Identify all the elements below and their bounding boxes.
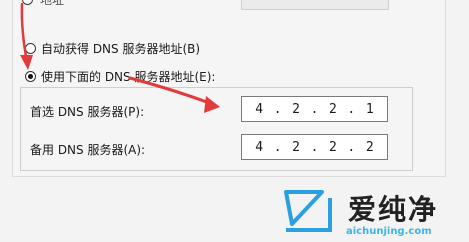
- alternate-dns-input[interactable]: 4 . 2 . 2 . 2: [241, 134, 388, 160]
- auto-dns-radio[interactable]: [25, 43, 36, 54]
- gateway-field[interactable]: [241, 0, 389, 10]
- ip-octet: 2: [328, 139, 337, 155]
- radio-selected-dot: [28, 74, 33, 79]
- ip-octet: 2: [292, 101, 300, 117]
- ip-octet: 1: [365, 101, 374, 117]
- ip-separator: .: [310, 139, 319, 155]
- ip-octet: 2: [292, 139, 300, 155]
- ip-octet: 4: [255, 139, 264, 155]
- watermark: 爱纯净 aichunjing.com: [278, 184, 468, 242]
- ip-octet: 2: [328, 101, 337, 117]
- alternate-dns-label: 备用 DNS 服务器(A):: [30, 143, 146, 157]
- preferred-dns-input[interactable]: 4 . 2 . 2 . 1: [241, 96, 388, 122]
- ip-octet: 4: [255, 101, 264, 117]
- ip-separator: .: [347, 139, 356, 155]
- ip-separator: .: [273, 101, 282, 117]
- brand-logo-icon: [284, 190, 332, 232]
- ip-separator: .: [310, 101, 319, 117]
- preferred-dns-label: 首选 DNS 服务器(P):: [30, 105, 145, 119]
- auto-dns-label: 自动获得 DNS 服务器地址(B): [41, 42, 201, 56]
- watermark-url: aichunjing.com: [346, 226, 432, 237]
- manual-dns-label: 使用下面的 DNS 服务器地址(E):: [41, 70, 216, 84]
- option-label-fragment: 地址: [40, 0, 65, 7]
- radio-button[interactable]: [22, 0, 33, 5]
- obtain-ip-automatically-option[interactable]: 地址: [22, 0, 72, 10]
- ip-separator: .: [347, 101, 356, 117]
- ip-separator: .: [273, 139, 282, 155]
- watermark-title: 爱纯净: [348, 193, 439, 226]
- manual-dns-radio[interactable]: [25, 71, 36, 82]
- ip-octet: 2: [365, 139, 374, 155]
